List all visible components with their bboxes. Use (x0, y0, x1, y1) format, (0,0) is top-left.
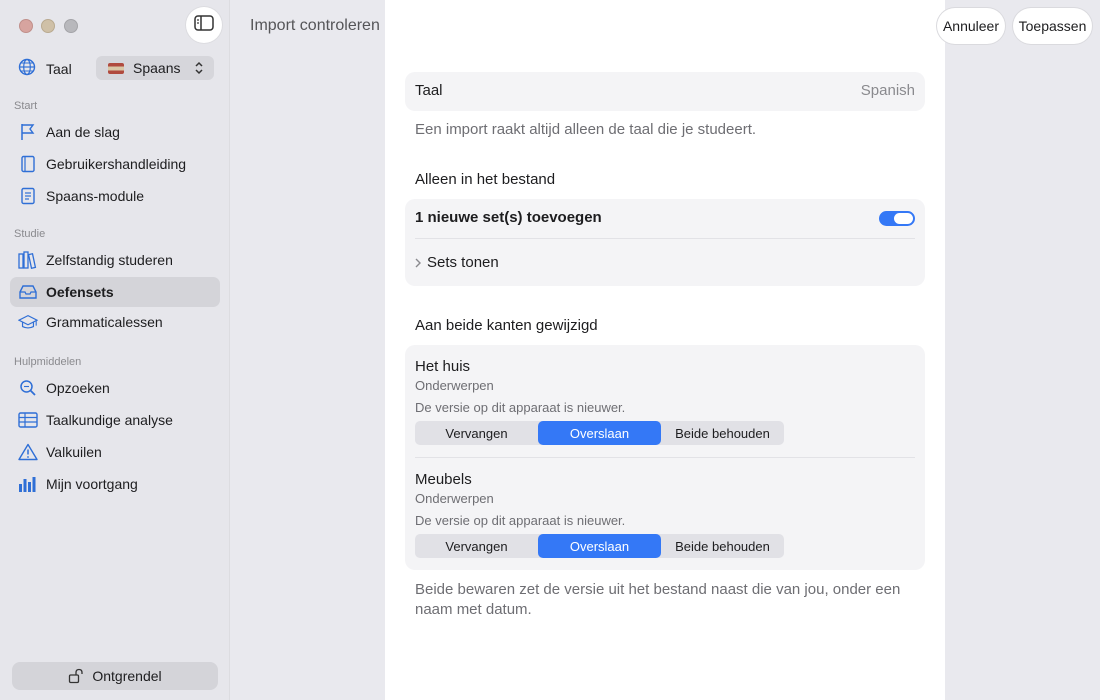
conflict-resolution-segmented-control: Vervangen Overslaan Beide behouden (415, 421, 784, 445)
segment-keep-both[interactable]: Beide behouden (661, 421, 784, 445)
changed-heading: Aan beide kanten gewijzigd (415, 317, 598, 334)
graduation-cap-icon (18, 312, 38, 332)
toolbar-actions: Annuleer Toepassen (937, 0, 1100, 700)
magnifier-icon (18, 378, 38, 398)
document-icon (18, 186, 38, 206)
import-review-sheet: Taal Spanish Een import raakt altijd all… (385, 0, 945, 700)
unlock-button[interactable]: Ontgrendel (12, 662, 218, 690)
conflict-subtitle: Onderwerpen (415, 491, 494, 506)
language-row-label: Taal (415, 82, 443, 99)
sidebar: Taal Spaans Start Aan de slag Gebruikers… (0, 0, 230, 700)
sidebar-item-oefensets[interactable]: Oefensets (10, 277, 220, 307)
book-icon (18, 154, 38, 174)
close-window-button[interactable] (19, 19, 33, 33)
segment-replace[interactable]: Vervangen (415, 534, 538, 558)
page-title: Import controleren (250, 17, 380, 34)
sidebar-item-label: Taalkundige analyse (46, 412, 173, 428)
file-only-heading: Alleen in het bestand (415, 171, 556, 188)
chevron-updown-icon (194, 60, 204, 79)
language-row: Taal Spaans (18, 56, 218, 82)
sidebar-icon (194, 14, 214, 36)
zoom-window-button[interactable] (64, 19, 78, 33)
sidebar-item-valkuilen[interactable]: Valkuilen (10, 437, 220, 467)
divider (415, 238, 915, 239)
add-sets-row: 1 nieuwe set(s) toevoegen (415, 209, 915, 226)
segment-keep-both[interactable]: Beide behouden (661, 534, 784, 558)
conflict-resolution-segmented-control: Vervangen Overslaan Beide behouden (415, 534, 784, 558)
sidebar-item-aan-de-slag[interactable]: Aan de slag (10, 117, 220, 147)
minimize-window-button[interactable] (41, 19, 55, 33)
sidebar-item-taalkundige-analyse[interactable]: Taalkundige analyse (10, 405, 220, 435)
show-sets-label: Sets tonen (427, 254, 499, 271)
books-icon (18, 250, 38, 270)
add-sets-label: 1 nieuwe set(s) toevoegen (415, 209, 602, 226)
cancel-button[interactable]: Annuleer (937, 8, 1005, 44)
language-hint: Een import raakt altijd alleen de taal d… (415, 121, 757, 138)
segment-skip[interactable]: Overslaan (538, 534, 661, 558)
section-start: Start (14, 100, 38, 112)
conflict-note: De versie op dit apparaat is nieuwer. (415, 513, 626, 528)
warning-icon (18, 442, 38, 462)
sidebar-item-mijn-voortgang[interactable]: Mijn voortgang (10, 469, 220, 499)
file-only-card: 1 nieuwe set(s) toevoegen Sets tonen (405, 199, 925, 286)
divider (415, 457, 915, 458)
sidebar-item-grammaticalessen[interactable]: Grammaticalessen (10, 307, 220, 337)
language-card: Taal Spanish (405, 72, 925, 111)
table-icon (18, 410, 38, 430)
conflict-note: De versie op dit apparaat is nieuwer. (415, 400, 626, 415)
footer-hint-line: Beide bewaren zet de versie uit het best… (415, 581, 901, 598)
sidebar-item-spaans-module[interactable]: Spaans-module (10, 181, 220, 211)
tray-icon (18, 282, 38, 302)
sidebar-toggle-button[interactable] (186, 7, 222, 43)
sidebar-item-zelfstandig-studeren[interactable]: Zelfstandig studeren (10, 245, 220, 275)
apply-button[interactable]: Toepassen (1013, 8, 1092, 44)
sidebar-item-label: Gebruikershandleiding (46, 156, 187, 172)
sidebar-item-gebruikershandleiding[interactable]: Gebruikershandleiding (10, 149, 220, 179)
title-area: Import controleren (231, 0, 385, 700)
sidebar-item-label: Zelfstandig studeren (46, 252, 173, 268)
conflicts-card: Het huis Onderwerpen De versie op dit ap… (405, 345, 925, 570)
conflict-subtitle: Onderwerpen (415, 378, 494, 393)
sidebar-item-opzoeken[interactable]: Opzoeken (10, 373, 220, 403)
flag-icon (18, 122, 38, 142)
sidebar-item-label: Spaans-module (46, 188, 145, 204)
language-info-row: Taal Spanish (415, 82, 915, 99)
show-sets-disclosure[interactable]: Sets tonen (415, 254, 915, 271)
unlock-label: Ontgrendel (92, 668, 162, 684)
footer-hint: Beide bewaren zet de versie uit het best… (415, 580, 900, 620)
globe-icon (18, 58, 36, 81)
unlock-icon (68, 668, 84, 684)
spain-flag-icon (108, 62, 124, 74)
conflict-title: Het huis (415, 358, 471, 375)
conflict-title: Meubels (415, 471, 472, 488)
add-sets-toggle[interactable] (879, 211, 915, 226)
segment-replace[interactable]: Vervangen (415, 421, 538, 445)
chevron-right-icon (415, 258, 421, 268)
language-select[interactable]: Spaans (96, 56, 214, 80)
language-select-value: Spaans (133, 60, 181, 76)
chart-icon (18, 474, 38, 494)
language-label: Taal (46, 61, 72, 77)
section-hulpmiddelen: Hulpmiddelen (14, 356, 82, 368)
sidebar-item-label: Opzoeken (46, 380, 110, 396)
sidebar-item-label: Mijn voortgang (46, 476, 138, 492)
sidebar-item-label: Aan de slag (46, 124, 120, 140)
language-row-value: Spanish (860, 82, 915, 99)
sidebar-item-label: Oefensets (46, 284, 114, 300)
section-studie: Studie (14, 228, 46, 240)
segment-skip[interactable]: Overslaan (538, 421, 661, 445)
sidebar-item-label: Valkuilen (46, 444, 102, 460)
footer-hint-line: naam met datum. (415, 601, 532, 618)
sidebar-item-label: Grammaticalessen (46, 314, 163, 330)
